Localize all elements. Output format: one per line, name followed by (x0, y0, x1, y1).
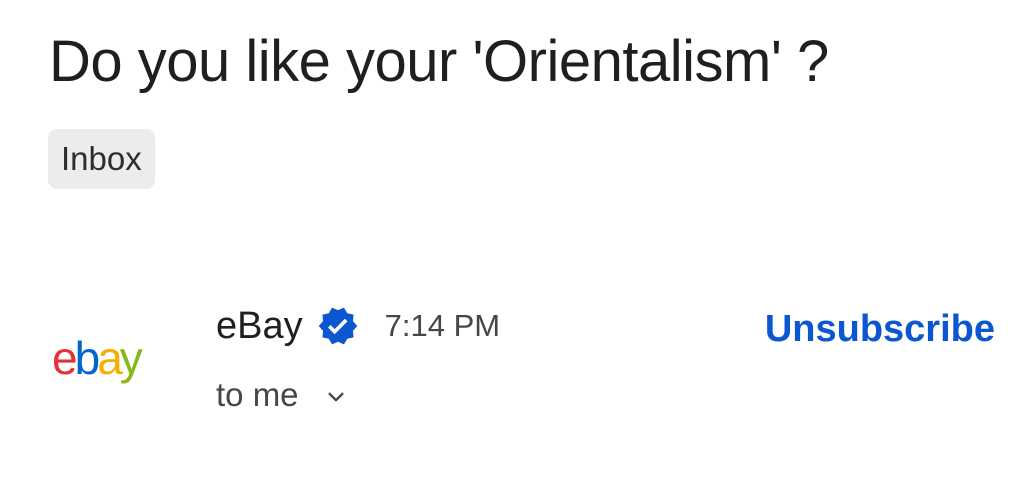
logo-letter-y: y (119, 332, 143, 384)
sender-avatar[interactable]: ebay (52, 330, 164, 386)
recipient-text: to me (216, 376, 299, 413)
received-time: 7:14 PM (384, 308, 501, 343)
logo-letter-e: e (52, 332, 78, 384)
recipient-details-toggle[interactable]: to me (216, 372, 347, 418)
logo-letter-a: a (97, 332, 123, 384)
ebay-logo: ebay (52, 330, 164, 386)
email-subject: Do you like your 'Orientalism' ? (49, 29, 829, 94)
verified-badge-icon (317, 305, 359, 347)
sender-row: eBay 7:14 PM (216, 300, 500, 352)
unsubscribe-link[interactable]: Unsubscribe (765, 308, 995, 351)
chevron-down-icon[interactable] (325, 386, 347, 408)
logo-letter-b: b (74, 332, 101, 384)
inbox-label-chip[interactable]: Inbox (48, 129, 155, 189)
sender-name[interactable]: eBay (216, 305, 303, 348)
